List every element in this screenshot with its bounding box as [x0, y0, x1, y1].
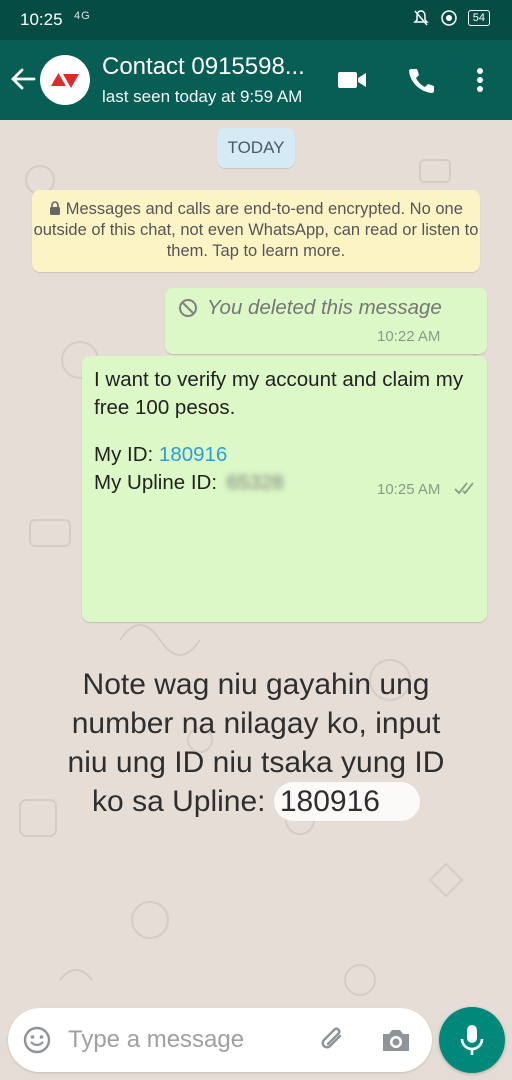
chat-header: Contact 0915598... last seen today at 9:… [0, 40, 512, 120]
encryption-notice[interactable]: Messages and calls are end-to-end encryp… [32, 190, 480, 272]
message-bubble[interactable]: I want to verify my account and claim my… [82, 356, 487, 622]
double-check-icon [454, 482, 474, 495]
overlay-upline-value: 180916 [273, 782, 420, 821]
status-bar: 10:25 4G 54 [0, 0, 512, 40]
attach-icon[interactable] [318, 1024, 348, 1056]
battery-indicator: 54 [467, 10, 490, 26]
my-id-link[interactable]: 180916 [159, 443, 227, 466]
last-seen-status: last seen today at 9:59 AM [102, 87, 303, 106]
notifications-muted-icon [412, 10, 429, 26]
my-id-label: My ID: [94, 443, 154, 466]
chat-area[interactable]: TODAY Messages and calls are end-to-end … [0, 120, 512, 1010]
deleted-icon [179, 299, 197, 317]
voice-record-button[interactable] [439, 1007, 505, 1073]
upline-id-label: My Upline ID: [94, 471, 218, 494]
video-call-icon[interactable] [336, 66, 368, 94]
encryption-notice-text: Messages and calls are end-to-end encryp… [33, 200, 479, 260]
status-time: 10:25 [20, 10, 63, 29]
back-arrow-icon[interactable] [10, 64, 36, 94]
voice-call-icon[interactable] [405, 66, 437, 94]
more-options-icon[interactable] [465, 66, 495, 94]
data-saver-icon [441, 10, 457, 26]
network-indicator: 4G [74, 10, 91, 22]
upline-id-blurred-value: 65328 [226, 471, 284, 494]
message-text: I want to verify my account and claim my… [94, 368, 464, 419]
overlay-note: Note wag niu gayahin ung number na nilag… [60, 665, 452, 821]
contact-logo-icon [51, 71, 79, 88]
deleted-message-text: You deleted this message [207, 296, 442, 319]
message-time: 10:22 AM [377, 328, 441, 345]
overlay-upline-label: Upline: [172, 785, 266, 818]
overlay-upline-row: Upline: 180916 [172, 782, 420, 821]
avatar[interactable] [40, 55, 90, 105]
contact-name[interactable]: Contact 0915598... [102, 53, 305, 81]
status-icons: 54 [412, 9, 490, 27]
my-id-line: My ID: 180916 [94, 443, 227, 467]
date-divider: TODAY [217, 128, 295, 168]
lock-icon [50, 201, 61, 215]
deleted-message-bubble[interactable]: You deleted this message 10:22 AM [165, 288, 487, 354]
message-input-placeholder[interactable]: Type a message [68, 1026, 244, 1054]
camera-icon[interactable] [380, 1026, 412, 1054]
message-input-bar[interactable]: Type a message [8, 1008, 432, 1072]
microphone-icon [460, 1025, 484, 1055]
emoji-icon[interactable] [22, 1025, 52, 1055]
message-time: 10:25 AM [377, 481, 441, 498]
upline-id-line: My Upline ID: 65328 [94, 471, 284, 495]
